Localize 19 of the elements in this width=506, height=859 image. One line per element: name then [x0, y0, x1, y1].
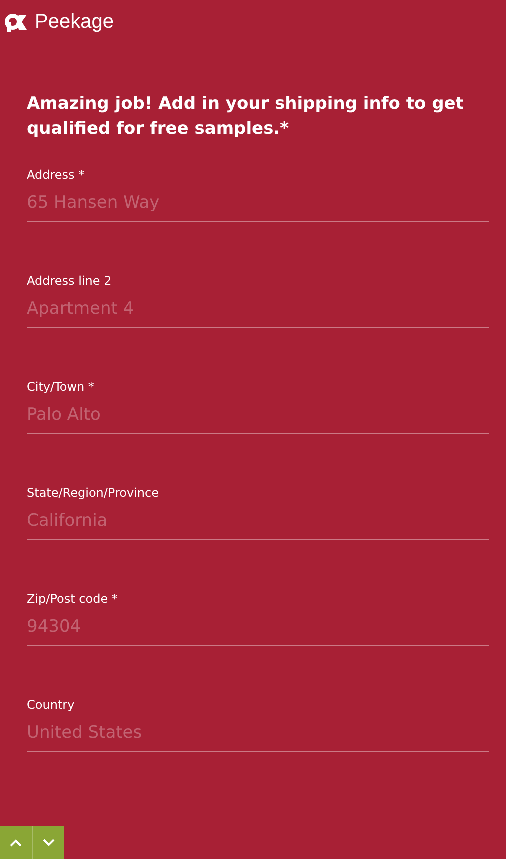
brand-name: Peekage	[35, 10, 114, 34]
field-label: Address *	[27, 167, 86, 183]
form-heading: Amazing job! Add in your shipping info to get qualified for free samples.*	[27, 93, 465, 141]
field-label: Country	[27, 697, 76, 713]
field-label: Address line 2	[27, 273, 113, 289]
input-field[interactable]: Apartment 4	[27, 297, 489, 328]
input-field[interactable]: 65 Hansen Way	[27, 191, 489, 222]
chevron-up-icon	[10, 838, 22, 846]
input-field[interactable]: 94304	[27, 615, 489, 646]
field-label: Zip/Post code *	[27, 591, 119, 607]
field-label: State/Region/Province	[27, 485, 160, 501]
logo-icon	[5, 11, 29, 33]
input-field[interactable]: United States	[27, 721, 489, 752]
previous-button[interactable]	[0, 826, 32, 859]
input-field[interactable]: Palo Alto	[27, 403, 489, 434]
next-button[interactable]	[32, 826, 64, 859]
field-label: City/Town *	[27, 379, 96, 395]
chevron-down-icon	[42, 838, 54, 846]
input-field[interactable]: California	[27, 509, 489, 540]
